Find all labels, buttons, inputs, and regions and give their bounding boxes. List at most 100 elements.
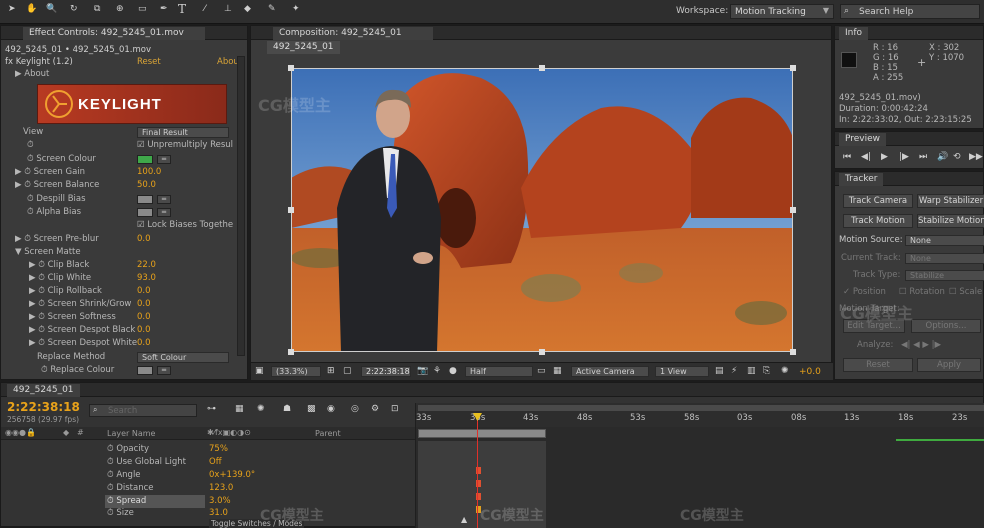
parent-header[interactable]: Parent xyxy=(315,429,341,438)
transform-handle[interactable] xyxy=(790,65,796,71)
eyedropper-icon[interactable]: ═ xyxy=(157,155,171,164)
next-frame-icon[interactable]: |▶ xyxy=(899,152,909,162)
resolution-dropdown[interactable]: Half xyxy=(465,366,533,377)
clip-rollback-label[interactable]: ▶ ⏱ Clip Rollback xyxy=(29,285,102,298)
workspace-dropdown[interactable]: Motion Tracking ▼ xyxy=(730,4,834,19)
transform-handle[interactable] xyxy=(539,349,545,355)
toggle-pixel-aspect-icon[interactable]: ▤ xyxy=(715,366,724,376)
softness-value[interactable]: 0.0 xyxy=(137,311,151,324)
motion-blur-icon[interactable]: ◉ xyxy=(327,404,335,414)
always-preview-icon[interactable]: ▣ xyxy=(255,366,264,376)
track-camera-button[interactable]: Track Camera xyxy=(843,194,913,208)
hand-tool-icon[interactable]: ✋ xyxy=(26,4,37,14)
effect-scrollbar[interactable] xyxy=(237,56,245,356)
replace-colour-swatch[interactable] xyxy=(137,366,153,375)
rectangle-tool-icon[interactable]: ▭ xyxy=(138,4,147,14)
rotation-checkbox[interactable]: ☐ Rotation xyxy=(899,286,945,299)
playhead-line[interactable] xyxy=(477,413,478,528)
graph-editor-icon[interactable]: ◎ xyxy=(351,404,359,414)
prop-value[interactable]: 75% xyxy=(209,443,228,456)
loop-icon[interactable]: ⟲ xyxy=(953,152,961,162)
last-frame-icon[interactable]: ⏭ xyxy=(919,152,927,162)
despot-black-label[interactable]: ▶ ⏱ Screen Despot Black xyxy=(29,324,135,337)
prop-row[interactable]: ⏱ Angle xyxy=(107,469,141,482)
ram-preview-icon[interactable]: ▶▶ xyxy=(969,152,983,162)
flowchart-icon[interactable]: ⎘ xyxy=(763,366,770,376)
clip-white-value[interactable]: 93.0 xyxy=(137,272,156,285)
first-frame-icon[interactable]: ⏮ xyxy=(843,152,851,162)
scale-checkbox[interactable]: ☐ Scale xyxy=(949,286,982,299)
replace-method-dropdown[interactable]: Soft Colour xyxy=(137,352,229,363)
brainstorm-icon[interactable]: ⚙ xyxy=(371,404,379,414)
color-channel-icon[interactable]: ● xyxy=(449,366,457,376)
tab-effect-controls[interactable]: Effect Controls: 492_5245_01.mov xyxy=(23,27,205,40)
warp-stabilizer-button[interactable]: Warp Stabilizer xyxy=(917,194,984,208)
zoom-tool-icon[interactable]: 🔍 xyxy=(46,4,57,14)
eraser-tool-icon[interactable]: ◆ xyxy=(244,4,251,14)
camera-dropdown[interactable]: Active Camera xyxy=(571,366,649,377)
layer-duration-bar[interactable] xyxy=(418,429,546,438)
lock-biases-checkbox[interactable]: ☑ Lock Biases Togethe xyxy=(137,219,233,232)
apply-button[interactable]: Apply xyxy=(917,358,981,372)
prop-row[interactable]: ⏱ Opacity xyxy=(107,443,149,456)
about-row[interactable]: ▶ About xyxy=(15,68,49,81)
transform-handle[interactable] xyxy=(288,207,294,213)
transform-handle[interactable] xyxy=(288,349,294,355)
track-motion-button[interactable]: Track Motion xyxy=(843,214,913,228)
zoom-out-icon[interactable]: ▲ xyxy=(461,515,467,524)
view-layout-dropdown[interactable]: 1 View xyxy=(655,366,709,377)
pan-behind-icon[interactable]: ⊕ xyxy=(116,4,124,14)
screen-balance-label[interactable]: ▶ ⏱ Screen Balance xyxy=(15,179,99,192)
replace-eyedropper-icon[interactable]: ═ xyxy=(157,366,171,375)
clip-white-label[interactable]: ▶ ⏱ Clip White xyxy=(29,272,91,285)
clip-rollback-value[interactable]: 0.0 xyxy=(137,285,151,298)
exposure-value[interactable]: +0.0 xyxy=(799,367,821,377)
comp-mini-flowchart-icon[interactable]: ⊶ xyxy=(207,404,216,414)
audio-icon[interactable]: 🔊 xyxy=(937,152,948,162)
screen-balance-value[interactable]: 50.0 xyxy=(137,179,156,192)
time-ruler[interactable]: 33s 38s 43s 48s 53s 58s 03s 08s 13s 18s … xyxy=(415,403,984,427)
timeline-timecode[interactable]: 2:22:38:18 xyxy=(7,400,80,414)
despot-white-label[interactable]: ▶ ⏱ Screen Despot White xyxy=(29,337,137,350)
prop-row[interactable]: ⏱ Size xyxy=(107,507,134,520)
zoom-dropdown[interactable]: (33.3%) xyxy=(271,366,321,377)
shy-icon[interactable]: ☗ xyxy=(283,404,291,414)
grid-icon[interactable]: ⊞ xyxy=(327,366,335,376)
previous-frame-icon[interactable]: ◀| xyxy=(861,152,871,162)
shrink-grow-label[interactable]: ▶ ⏱ Screen Shrink/Grow xyxy=(29,298,131,311)
live-update-icon[interactable]: ▦ xyxy=(235,404,244,414)
frame-blending-icon[interactable]: ▩ xyxy=(307,404,316,414)
position-checkbox[interactable]: ✓ Position xyxy=(843,286,886,299)
composition-subtab[interactable]: 492_5245_01 xyxy=(267,41,340,54)
play-icon[interactable]: ▶ xyxy=(881,152,888,162)
work-area-bar[interactable] xyxy=(418,405,984,411)
composition-viewer[interactable] xyxy=(291,68,793,352)
stabilize-motion-button[interactable]: Stabilize Motion xyxy=(917,214,984,228)
prop-row[interactable]: ⏱ Use Global Light xyxy=(107,456,186,469)
stopwatch-icon[interactable]: ⏱ xyxy=(27,139,34,152)
reset-exposure-icon[interactable]: ✺ xyxy=(781,366,789,376)
keyframe-icon[interactable]: ⊡ xyxy=(391,404,399,414)
current-track-dropdown[interactable]: None xyxy=(905,253,984,264)
brush-tool-icon[interactable]: ⁄ xyxy=(204,4,206,14)
softness-label[interactable]: ▶ ⏱ Screen Softness xyxy=(29,311,116,324)
options-button[interactable]: Options... xyxy=(911,319,981,333)
motion-source-dropdown[interactable]: None xyxy=(905,235,984,246)
reset-link[interactable]: Reset xyxy=(137,56,161,69)
screen-gain-label[interactable]: ▶ ⏱ Screen Gain xyxy=(15,166,85,179)
selection-tool-icon[interactable]: ➤ xyxy=(8,4,16,14)
despill-eyedropper-icon[interactable]: ═ xyxy=(157,195,171,204)
clip-black-value[interactable]: 22.0 xyxy=(137,259,156,272)
tab-tracker[interactable]: Tracker xyxy=(839,173,884,186)
rotate-tool-icon[interactable]: ↻ xyxy=(70,4,78,14)
tab-preview[interactable]: Preview xyxy=(839,133,887,146)
prop-row[interactable]: ⏱ Distance xyxy=(107,482,154,495)
timeline-icon[interactable]: ▥ xyxy=(747,366,756,376)
transform-handle[interactable] xyxy=(790,207,796,213)
unpremultiply-checkbox[interactable]: ☑ Unpremultiply Resul xyxy=(137,139,233,152)
about-link[interactable]: Abou xyxy=(217,56,239,69)
transform-handle[interactable] xyxy=(539,65,545,71)
search-help-input[interactable]: ⌕ Search Help xyxy=(840,4,980,19)
puppet-pin-icon[interactable]: ✦ xyxy=(292,4,300,14)
pen-tool-icon[interactable]: ✒ xyxy=(160,4,168,14)
